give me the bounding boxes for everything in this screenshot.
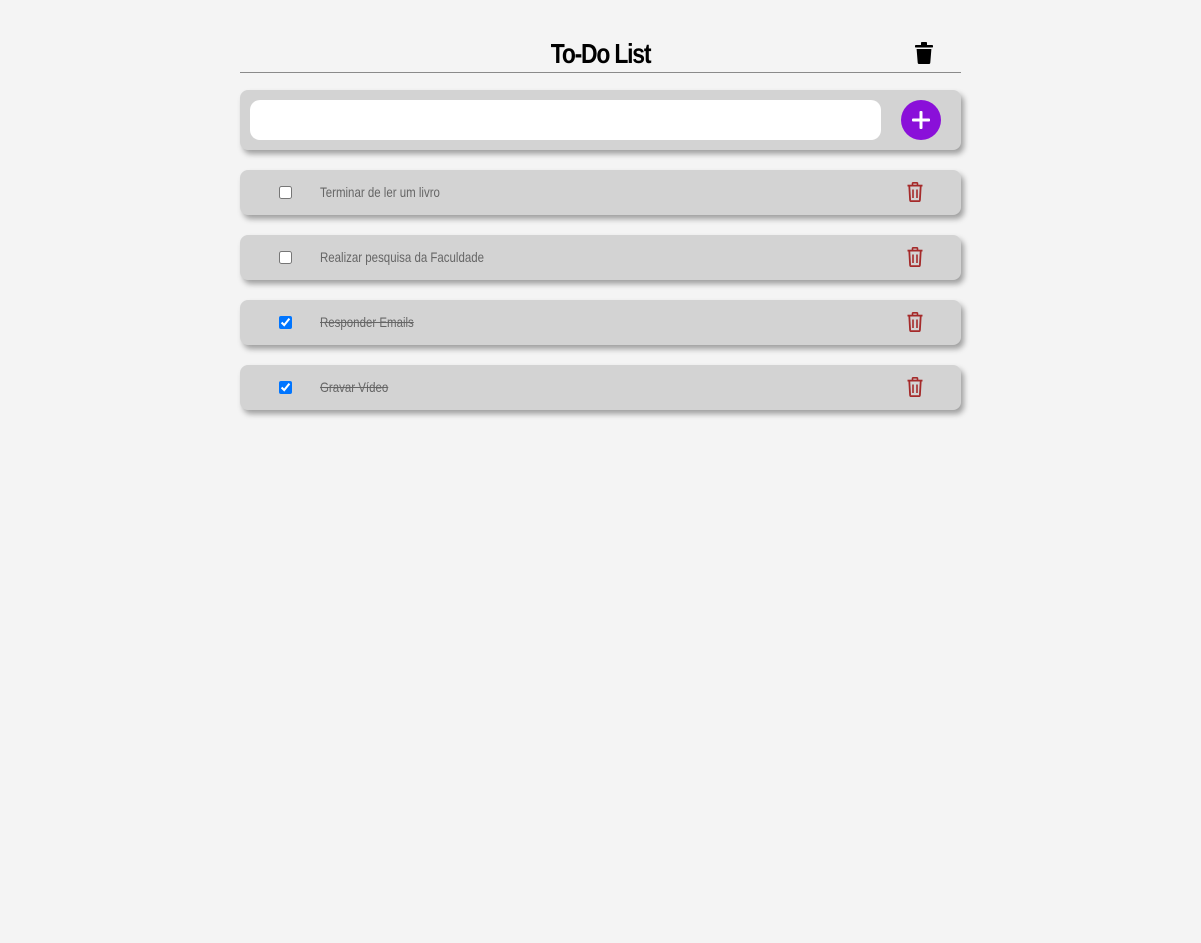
new-task-input[interactable] — [250, 100, 881, 140]
header: To-Do List — [240, 0, 961, 73]
delete-task-icon[interactable] — [907, 377, 923, 397]
task-item: Gravar Vídeo — [240, 365, 961, 410]
task-checkbox[interactable] — [279, 381, 292, 394]
new-task-bar — [240, 90, 961, 150]
task-item: Responder Emails — [240, 300, 961, 345]
todo-app: To-Do List Terminar de ler um livro Real… — [240, 0, 961, 410]
page-title: To-Do List — [550, 38, 652, 69]
delete-task-icon[interactable] — [907, 312, 923, 332]
task-item: Terminar de ler um livro — [240, 170, 961, 215]
delete-task-icon[interactable] — [907, 182, 923, 202]
clear-all-trash-icon[interactable] — [915, 42, 933, 64]
task-label: Realizar pesquisa da Faculdade — [320, 249, 485, 265]
task-label: Responder Emails — [320, 314, 414, 330]
add-task-button[interactable] — [901, 100, 941, 140]
delete-task-icon[interactable] — [907, 247, 923, 267]
task-checkbox[interactable] — [279, 251, 292, 264]
task-label: Gravar Vídeo — [320, 379, 389, 395]
task-label: Terminar de ler um livro — [320, 184, 440, 200]
task-checkbox[interactable] — [279, 186, 292, 199]
task-checkbox[interactable] — [279, 316, 292, 329]
task-item: Realizar pesquisa da Faculdade — [240, 235, 961, 280]
plus-icon — [912, 111, 930, 129]
